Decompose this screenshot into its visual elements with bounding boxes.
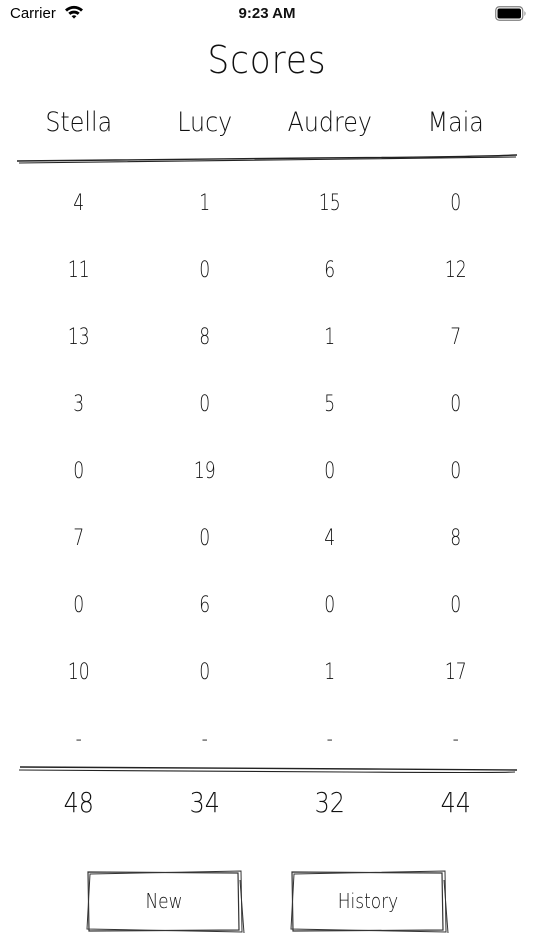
- empty-score-cell[interactable]: -: [281, 727, 379, 752]
- score-row: 10 0 1 17: [16, 639, 518, 706]
- score-cell[interactable]: 0: [155, 392, 253, 417]
- score-cell[interactable]: 4: [281, 526, 379, 551]
- total-stella: 48: [63, 786, 94, 819]
- player-name-maia[interactable]: Maia: [400, 107, 510, 138]
- totals-row: 48 34 32 44: [16, 786, 518, 819]
- total-maia: 44: [440, 786, 471, 819]
- score-cell[interactable]: 0: [406, 392, 504, 417]
- score-cell[interactable]: 0: [30, 593, 128, 618]
- score-row: 7 0 4 8: [16, 505, 518, 572]
- score-cell[interactable]: 7: [406, 325, 504, 350]
- battery-icon: [495, 6, 527, 26]
- score-cell[interactable]: 10: [30, 660, 128, 685]
- score-grid: 4 1 15 0 11 0 6 12 13 8 1 7 3 0 5 0 0 19…: [16, 170, 518, 773]
- history-button[interactable]: History: [290, 870, 449, 934]
- total-lucy: 34: [189, 786, 220, 819]
- score-cell[interactable]: 0: [155, 258, 253, 283]
- score-cell[interactable]: 7: [30, 526, 128, 551]
- score-cell[interactable]: 3: [30, 392, 128, 417]
- empty-score-cell[interactable]: -: [406, 727, 504, 752]
- score-row: 0 19 0 0: [16, 438, 518, 505]
- score-cell[interactable]: 0: [30, 459, 128, 484]
- score-cell[interactable]: 0: [406, 191, 504, 216]
- history-button-label: History: [337, 889, 399, 913]
- score-cell[interactable]: 11: [30, 258, 128, 283]
- score-cell[interactable]: 6: [281, 258, 379, 283]
- player-name-audrey[interactable]: Audrey: [275, 107, 385, 138]
- score-cell[interactable]: 5: [281, 392, 379, 417]
- score-row: 4 1 15 0: [16, 170, 518, 237]
- score-cell[interactable]: 13: [30, 325, 128, 350]
- score-cell[interactable]: 12: [406, 258, 504, 283]
- total-audrey: 32: [314, 786, 345, 819]
- player-name-stella[interactable]: Stella: [24, 107, 134, 138]
- page-title: Scores: [207, 38, 327, 82]
- score-cell[interactable]: 0: [155, 660, 253, 685]
- score-cell[interactable]: 0: [406, 459, 504, 484]
- empty-score-cell[interactable]: -: [30, 727, 128, 752]
- score-row: 0 6 0 0: [16, 572, 518, 639]
- clock: 9:23 AM: [238, 5, 296, 22]
- player-header-row: Stella Lucy Audrey Maia: [16, 107, 518, 138]
- score-cell[interactable]: 6: [155, 593, 253, 618]
- score-cell[interactable]: 15: [281, 191, 379, 216]
- score-row-empty: - - - -: [16, 706, 518, 773]
- score-row: 3 0 5 0: [16, 371, 518, 438]
- score-cell[interactable]: 8: [406, 526, 504, 551]
- score-cell[interactable]: 19: [155, 459, 253, 484]
- score-cell[interactable]: 0: [281, 593, 379, 618]
- new-button-label: New: [145, 889, 183, 913]
- header-divider: [16, 154, 518, 164]
- score-cell[interactable]: 1: [155, 191, 253, 216]
- new-game-button[interactable]: New: [86, 870, 245, 934]
- score-cell[interactable]: 1: [281, 660, 379, 685]
- empty-score-cell[interactable]: -: [155, 727, 253, 752]
- score-cell[interactable]: 1: [281, 325, 379, 350]
- score-row: 13 8 1 7: [16, 304, 518, 371]
- score-cell[interactable]: 17: [406, 660, 504, 685]
- score-cell[interactable]: 0: [281, 459, 379, 484]
- score-cell[interactable]: 0: [406, 593, 504, 618]
- score-row: 11 0 6 12: [16, 237, 518, 304]
- totals-divider: [18, 766, 518, 774]
- score-cell[interactable]: 4: [30, 191, 128, 216]
- score-cell[interactable]: 8: [155, 325, 253, 350]
- player-name-lucy[interactable]: Lucy: [149, 107, 259, 138]
- score-cell[interactable]: 0: [155, 526, 253, 551]
- status-bar: Carrier 9:23 AM: [0, 0, 534, 28]
